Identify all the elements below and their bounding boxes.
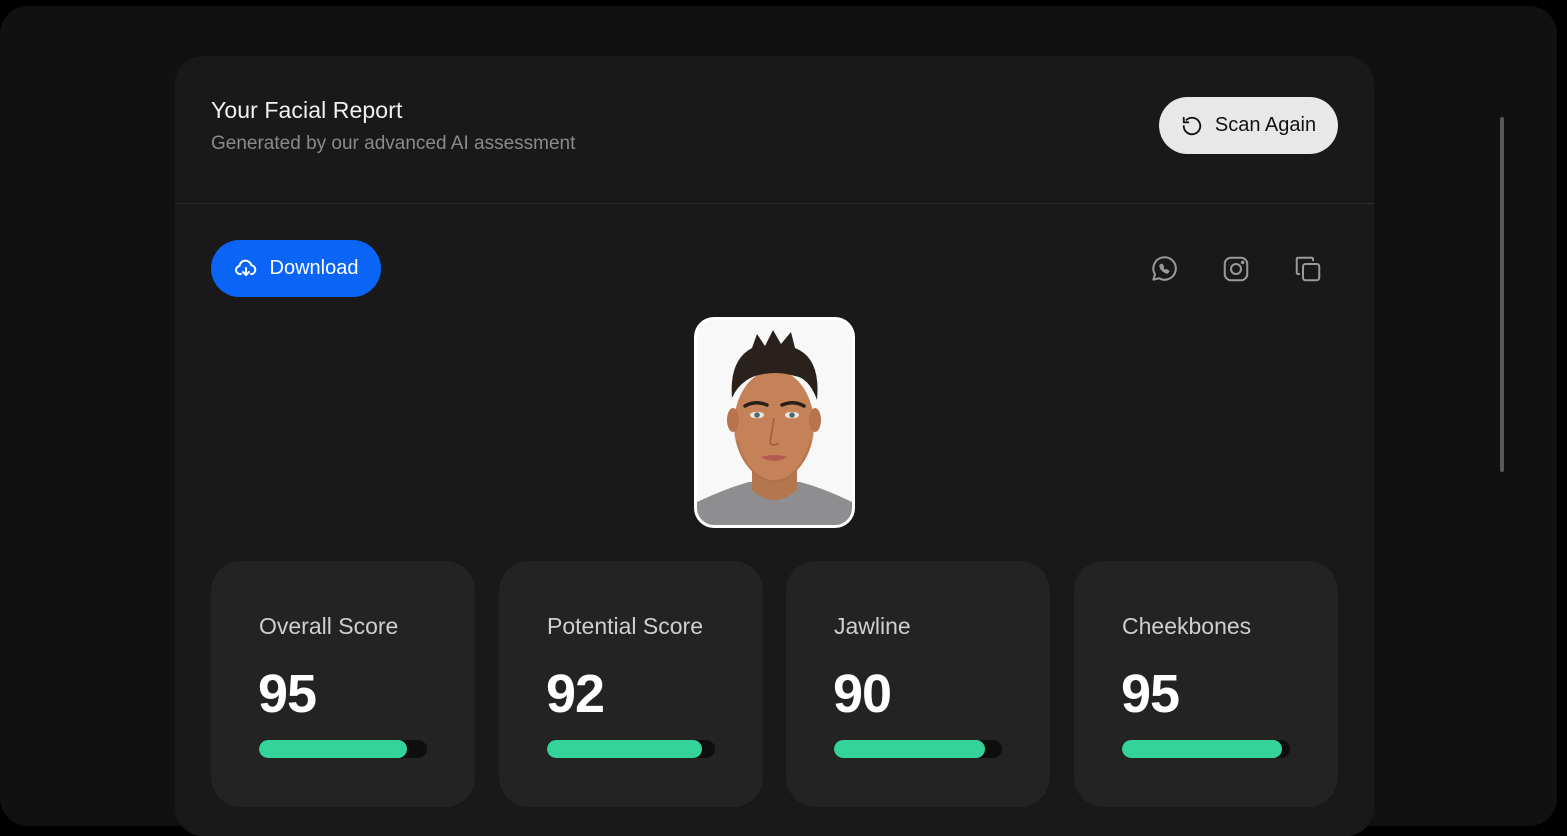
whatsapp-icon	[1152, 256, 1177, 281]
download-label: Download	[269, 257, 359, 279]
cloud-download-icon	[234, 259, 256, 276]
metric-label: Overall Score	[259, 613, 399, 639]
copy-link-button[interactable]	[1292, 253, 1324, 285]
metric-value: 92	[546, 664, 605, 724]
score-progress-fill	[1122, 740, 1282, 758]
metric-label: Potential Score	[547, 613, 703, 639]
page-title: Your Facial Report	[211, 97, 403, 123]
scrollbar[interactable]	[1500, 117, 1504, 472]
score-progress-bar	[834, 740, 1002, 758]
face-portrait-image	[697, 320, 852, 525]
download-button[interactable]: Download	[211, 240, 381, 297]
copy-icon	[1295, 256, 1321, 282]
report-header: Your Facial Report Generated by our adva…	[175, 56, 1374, 204]
metric-value: 90	[833, 664, 892, 724]
score-progress-bar	[547, 740, 715, 758]
score-progress-fill	[547, 740, 702, 758]
face-photo	[694, 317, 855, 528]
whatsapp-share-button[interactable]	[1148, 253, 1180, 285]
rotate-ccw-icon	[1182, 116, 1202, 135]
instagram-icon	[1223, 256, 1249, 282]
metric-card-cheekbones: Cheekbones 95	[1074, 561, 1338, 807]
scan-again-button[interactable]: Scan Again	[1159, 97, 1338, 154]
metric-card-jawline: Jawline 90	[786, 561, 1050, 807]
scan-again-label: Scan Again	[1214, 114, 1317, 136]
metric-card-overall-score: Overall Score 95	[211, 561, 475, 807]
metric-value: 95	[1121, 664, 1180, 724]
metric-value: 95	[258, 664, 317, 724]
score-progress-bar	[1122, 740, 1290, 758]
score-progress-bar	[259, 740, 427, 758]
score-progress-fill	[834, 740, 986, 758]
metric-label: Cheekbones	[1122, 613, 1252, 639]
instagram-share-button[interactable]	[1220, 253, 1252, 285]
page-subtitle: Generated by our advanced AI assessment	[211, 133, 576, 154]
metric-label: Jawline	[834, 613, 911, 639]
score-progress-fill	[259, 740, 407, 758]
report-card: Your Facial Report Generated by our adva…	[175, 56, 1374, 836]
metric-card-potential-score: Potential Score 92	[499, 561, 763, 807]
